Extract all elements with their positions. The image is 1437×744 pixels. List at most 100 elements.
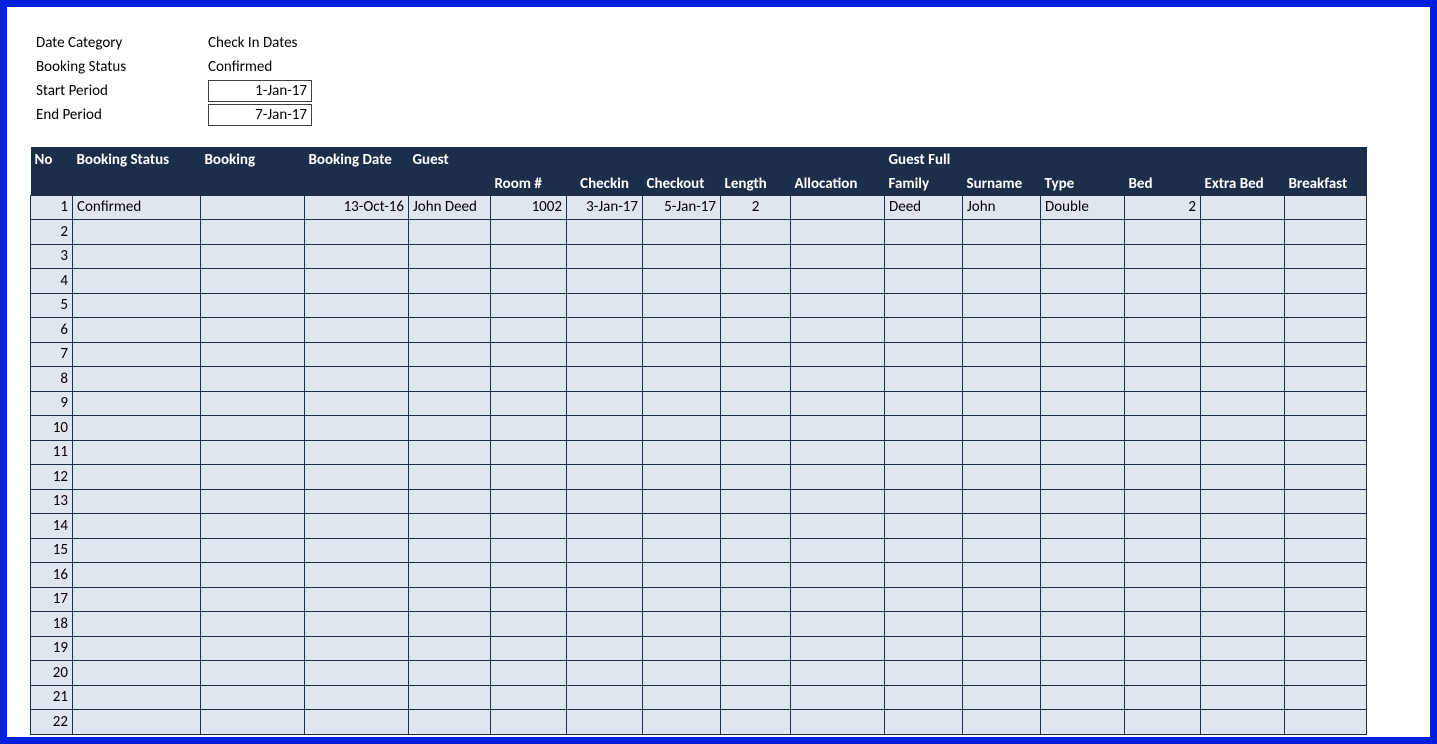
cell-no[interactable]: 15: [31, 538, 73, 563]
cell-breakfast[interactable]: [1285, 489, 1367, 514]
cell-room[interactable]: [491, 293, 567, 318]
cell-booking_date[interactable]: [305, 416, 409, 441]
cell-booking_date[interactable]: [305, 563, 409, 588]
cell-breakfast[interactable]: [1285, 391, 1367, 416]
cell-breakfast[interactable]: [1285, 318, 1367, 343]
cell-no[interactable]: 22: [31, 710, 73, 735]
cell-allocation[interactable]: [791, 367, 885, 392]
cell-allocation[interactable]: [791, 318, 885, 343]
cell-extra_bed[interactable]: [1201, 416, 1285, 441]
cell-length[interactable]: [721, 416, 791, 441]
cell-breakfast[interactable]: [1285, 563, 1367, 588]
cell-booking_status[interactable]: [73, 440, 201, 465]
cell-surname[interactable]: [963, 612, 1041, 637]
cell-bed[interactable]: [1125, 440, 1201, 465]
cell-type[interactable]: [1041, 710, 1125, 735]
cell-length[interactable]: [721, 538, 791, 563]
cell-room[interactable]: [491, 440, 567, 465]
cell-allocation[interactable]: [791, 244, 885, 269]
cell-checkin[interactable]: [567, 244, 643, 269]
cell-booking_date[interactable]: [305, 244, 409, 269]
cell-allocation[interactable]: [791, 563, 885, 588]
cell-checkin[interactable]: [567, 293, 643, 318]
cell-extra_bed[interactable]: [1201, 563, 1285, 588]
cell-room[interactable]: [491, 391, 567, 416]
cell-booking_status[interactable]: [73, 293, 201, 318]
cell-guest[interactable]: [409, 391, 491, 416]
cell-room[interactable]: [491, 636, 567, 661]
cell-allocation[interactable]: [791, 538, 885, 563]
cell-checkin[interactable]: [567, 612, 643, 637]
cell-no[interactable]: 19: [31, 636, 73, 661]
cell-allocation[interactable]: [791, 612, 885, 637]
cell-length[interactable]: [721, 269, 791, 294]
cell-allocation[interactable]: [791, 587, 885, 612]
cell-booking[interactable]: [201, 514, 305, 539]
cell-checkin[interactable]: [567, 587, 643, 612]
cell-surname[interactable]: [963, 293, 1041, 318]
cell-bed[interactable]: [1125, 269, 1201, 294]
cell-type[interactable]: [1041, 342, 1125, 367]
cell-checkin[interactable]: [567, 367, 643, 392]
cell-booking[interactable]: [201, 244, 305, 269]
cell-type[interactable]: [1041, 391, 1125, 416]
cell-booking[interactable]: [201, 489, 305, 514]
cell-guest[interactable]: [409, 538, 491, 563]
cell-extra_bed[interactable]: [1201, 318, 1285, 343]
cell-bed[interactable]: [1125, 563, 1201, 588]
cell-type[interactable]: [1041, 440, 1125, 465]
cell-booking[interactable]: [201, 636, 305, 661]
cell-guest[interactable]: [409, 636, 491, 661]
cell-booking_status[interactable]: [73, 318, 201, 343]
cell-type[interactable]: Double: [1041, 195, 1125, 220]
cell-type[interactable]: [1041, 293, 1125, 318]
cell-no[interactable]: 8: [31, 367, 73, 392]
cell-family[interactable]: [885, 269, 963, 294]
cell-breakfast[interactable]: [1285, 367, 1367, 392]
cell-family[interactable]: [885, 416, 963, 441]
cell-checkin[interactable]: [567, 220, 643, 245]
cell-booking_date[interactable]: [305, 710, 409, 735]
cell-room[interactable]: [491, 220, 567, 245]
cell-bed[interactable]: [1125, 489, 1201, 514]
cell-bed[interactable]: [1125, 636, 1201, 661]
cell-breakfast[interactable]: [1285, 244, 1367, 269]
cell-type[interactable]: [1041, 244, 1125, 269]
cell-booking[interactable]: [201, 710, 305, 735]
cell-guest[interactable]: [409, 661, 491, 686]
cell-bed[interactable]: [1125, 244, 1201, 269]
cell-booking_date[interactable]: [305, 440, 409, 465]
cell-bed[interactable]: [1125, 391, 1201, 416]
cell-length[interactable]: [721, 710, 791, 735]
cell-type[interactable]: [1041, 465, 1125, 490]
cell-guest[interactable]: [409, 244, 491, 269]
cell-checkout[interactable]: [643, 636, 721, 661]
cell-guest[interactable]: [409, 440, 491, 465]
cell-surname[interactable]: [963, 440, 1041, 465]
cell-booking_status[interactable]: [73, 538, 201, 563]
cell-surname[interactable]: [963, 563, 1041, 588]
cell-checkin[interactable]: [567, 342, 643, 367]
cell-length[interactable]: [721, 661, 791, 686]
cell-surname[interactable]: [963, 220, 1041, 245]
cell-checkout[interactable]: 5-Jan-17: [643, 195, 721, 220]
cell-booking_date[interactable]: [305, 538, 409, 563]
cell-no[interactable]: 11: [31, 440, 73, 465]
cell-booking_status[interactable]: [73, 489, 201, 514]
cell-checkout[interactable]: [643, 587, 721, 612]
cell-bed[interactable]: [1125, 514, 1201, 539]
cell-extra_bed[interactable]: [1201, 587, 1285, 612]
cell-surname[interactable]: [963, 710, 1041, 735]
cell-room[interactable]: [491, 342, 567, 367]
cell-guest[interactable]: [409, 416, 491, 441]
cell-booking_status[interactable]: Confirmed: [73, 195, 201, 220]
cell-checkout[interactable]: [643, 367, 721, 392]
cell-no[interactable]: 7: [31, 342, 73, 367]
cell-surname[interactable]: [963, 587, 1041, 612]
cell-room[interactable]: [491, 416, 567, 441]
cell-length[interactable]: [721, 489, 791, 514]
cell-no[interactable]: 4: [31, 269, 73, 294]
cell-checkin[interactable]: [567, 661, 643, 686]
cell-checkin[interactable]: [567, 391, 643, 416]
cell-breakfast[interactable]: [1285, 269, 1367, 294]
